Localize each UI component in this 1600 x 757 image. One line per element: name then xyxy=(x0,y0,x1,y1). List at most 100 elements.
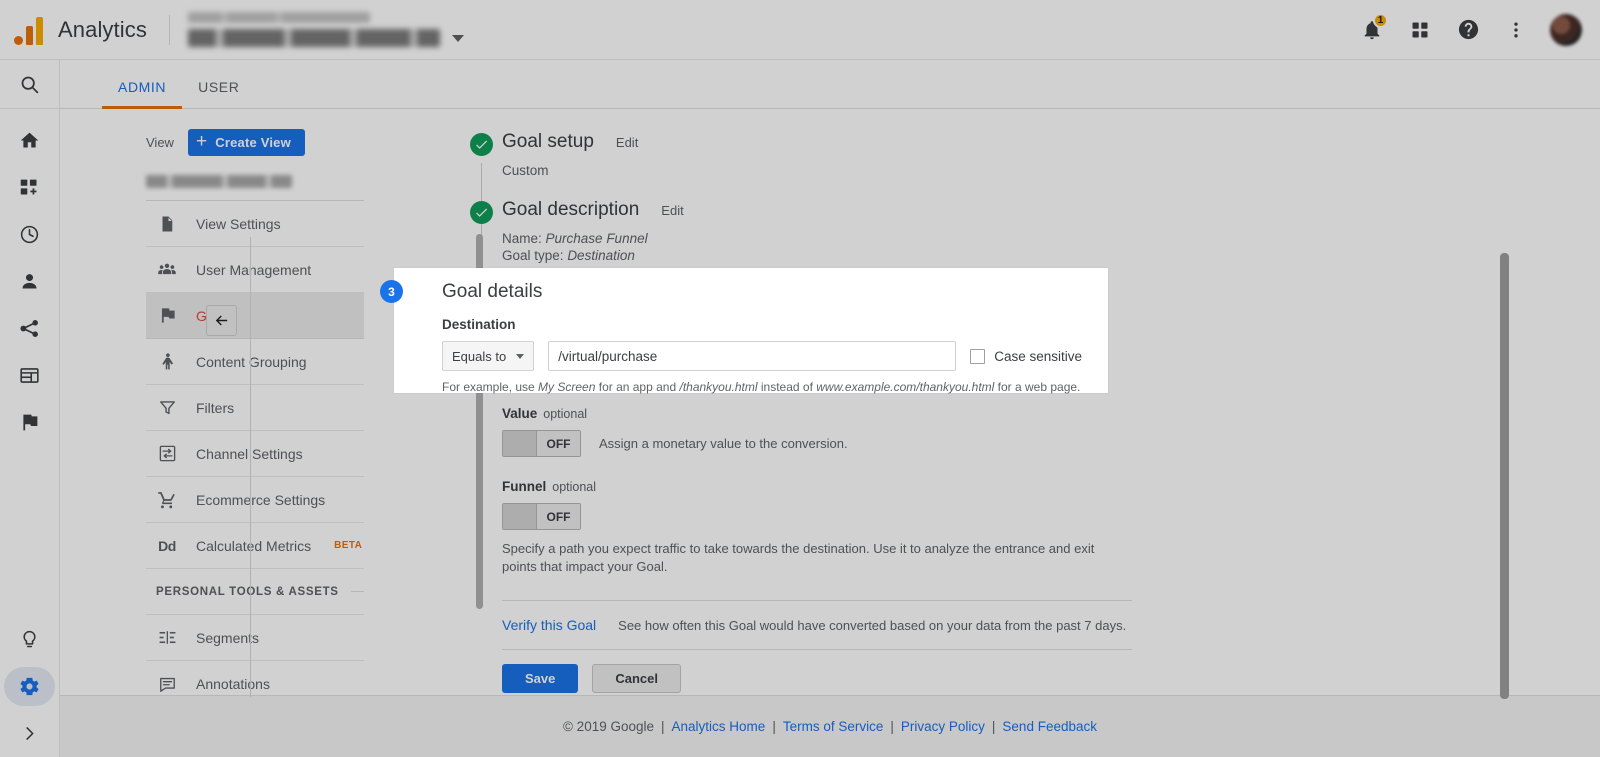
rail-item-discover[interactable] xyxy=(0,616,59,663)
step-number-badge: 3 xyxy=(380,280,403,303)
channel-settings-icon xyxy=(156,444,178,463)
sidebar-item-content-grouping[interactable]: Content Grouping xyxy=(146,339,364,385)
goal-type-value: Destination xyxy=(567,248,635,263)
rail-item-conversions[interactable] xyxy=(0,399,59,446)
rail-item-customization[interactable] xyxy=(0,164,59,211)
goal-name-label: Name: xyxy=(502,231,542,246)
create-view-label: Create View xyxy=(215,134,291,150)
goal-type-label: Goal type: xyxy=(502,248,564,263)
top-bar: Analytics 1 xyxy=(0,0,1600,60)
footer-link-privacy-policy[interactable]: Privacy Policy xyxy=(901,719,985,734)
view-header: View + Create View xyxy=(102,125,420,159)
sidebar-item-view-settings[interactable]: View Settings xyxy=(146,201,364,247)
notification-badge: 1 xyxy=(1373,12,1388,28)
copyright: © 2019 Google xyxy=(562,719,654,734)
match-type-select[interactable]: Equals to xyxy=(442,341,535,371)
sidebar-item-label: Annotations xyxy=(196,676,270,692)
collapse-sidebar-button[interactable] xyxy=(206,305,237,336)
selected-view-name-redacted xyxy=(146,175,292,188)
value-toggle[interactable]: OFF xyxy=(502,430,581,457)
main-scrollbar[interactable] xyxy=(1500,253,1509,699)
hint-app-example: My Screen xyxy=(538,380,596,394)
plus-icon: + xyxy=(195,130,208,152)
step-title-row: Goal description Edit xyxy=(502,199,1540,221)
edit-link[interactable]: Edit xyxy=(616,135,638,150)
footer-link-send-feedback[interactable]: Send Feedback xyxy=(1002,719,1097,734)
sidebar-item-label: Calculated Metrics xyxy=(196,537,312,554)
rail-item-realtime[interactable] xyxy=(0,211,59,258)
hint-mid2: instead of xyxy=(757,380,817,394)
value-description: Assign a monetary value to the conversio… xyxy=(599,436,848,451)
rail-item-home[interactable] xyxy=(0,117,59,164)
sidebar-divider xyxy=(250,237,251,697)
sidebar-item-calculated-metrics[interactable]: Dd Calculated Metrics BETA xyxy=(146,523,364,569)
sidebar-item-user-management[interactable]: User Management xyxy=(146,247,364,293)
document-icon xyxy=(156,215,178,233)
goal-optional-settings: Value optional OFF Assign a monetary valu… xyxy=(420,406,1540,693)
case-sensitive-checkbox[interactable] xyxy=(970,348,986,364)
apps-grid-button[interactable] xyxy=(1398,8,1442,52)
verify-goal-row: Verify this Goal See how often this Goal… xyxy=(502,601,1540,649)
tab-user[interactable]: USER xyxy=(182,79,255,108)
step-goal-description: Goal description Edit Name: Purchase Fun… xyxy=(420,199,1540,264)
chevron-down-icon[interactable] xyxy=(451,34,464,42)
help-button[interactable] xyxy=(1446,8,1490,52)
destination-field-row: Equals to Case sensitive xyxy=(442,341,1108,371)
goal-name-value: Purchase Funnel xyxy=(545,231,648,246)
toggle-knob xyxy=(503,504,537,529)
cancel-button[interactable]: Cancel xyxy=(592,664,682,693)
left-rail xyxy=(0,60,60,757)
funnel-toggle[interactable]: OFF xyxy=(502,503,581,530)
sidebar-item-filters[interactable]: Filters xyxy=(146,385,364,431)
admin-body: View + Create View View Settings User Ma… xyxy=(60,109,1600,757)
destination-input[interactable] xyxy=(548,341,957,371)
save-button[interactable]: Save xyxy=(502,664,579,693)
edit-link[interactable]: Edit xyxy=(661,203,683,218)
goal-details-title: Goal details xyxy=(442,281,543,302)
topbar-divider xyxy=(168,14,170,45)
analytics-logo-icon xyxy=(14,15,48,45)
sidebar-item-ecommerce-settings[interactable]: Ecommerce Settings xyxy=(146,477,364,523)
destination-label: Destination xyxy=(442,317,516,332)
rail-item-acquisition[interactable] xyxy=(0,305,59,352)
step-complete-check-icon xyxy=(470,133,493,156)
tab-admin[interactable]: ADMIN xyxy=(102,79,183,109)
notifications-button[interactable]: 1 xyxy=(1350,8,1394,52)
step-complete-check-icon xyxy=(470,201,493,224)
section-header-personal-tools: PERSONAL TOOLS & ASSETS xyxy=(146,569,364,615)
rail-item-expand[interactable] xyxy=(0,710,59,757)
toggle-knob xyxy=(503,431,537,456)
avatar[interactable] xyxy=(1550,13,1582,46)
goal-description-values: Name: Purchase Funnel Goal type: Destina… xyxy=(502,230,1540,264)
footer-link-analytics-home[interactable]: Analytics Home xyxy=(672,719,766,734)
sidebar-item-segments[interactable]: Segments xyxy=(146,615,364,661)
separator: | xyxy=(890,719,894,734)
hint-url-example: www.example.com/thankyou.html xyxy=(816,380,995,394)
funnel-description: Specify a path you expect traffic to tak… xyxy=(502,541,1095,574)
content-area: ADMIN USER View + Create View View Setti… xyxy=(60,60,1600,757)
funnel-optional-tag: optional xyxy=(552,480,597,494)
rail-item-audience[interactable] xyxy=(0,258,59,305)
sidebar-item-channel-settings[interactable]: Channel Settings xyxy=(146,431,364,477)
rail-search-button[interactable] xyxy=(0,60,59,109)
admin-nav-list: View Settings User Management Goals xyxy=(146,201,364,707)
rail-item-behavior[interactable] xyxy=(0,352,59,399)
goal-details-spotlight-card: 3 Goal details Destination Equals to Cas… xyxy=(380,268,1108,394)
verify-this-goal-link[interactable]: Verify this Goal xyxy=(502,617,596,633)
step-title-row: Goal setup Edit xyxy=(502,131,1540,153)
create-view-button[interactable]: + Create View xyxy=(187,128,305,156)
rail-item-admin[interactable] xyxy=(0,663,59,710)
account-selector[interactable] xyxy=(187,7,464,53)
more-options-button[interactable] xyxy=(1494,8,1538,52)
case-sensitive-toggle[interactable]: Case sensitive xyxy=(970,348,1082,364)
footer-link-terms-of-service[interactable]: Terms of Service xyxy=(783,719,884,734)
account-breadcrumb-redacted xyxy=(187,12,370,23)
brand-title: Analytics xyxy=(58,16,147,42)
sidebar-item-goals[interactable]: Goals xyxy=(146,293,364,339)
divider xyxy=(350,591,364,592)
hint-mid: for an app and xyxy=(595,380,680,394)
value-label: Value optional xyxy=(502,406,1540,421)
form-actions: Save Cancel xyxy=(502,664,1540,693)
divider xyxy=(502,649,1132,650)
section-header-label: PERSONAL TOOLS & ASSETS xyxy=(156,585,339,598)
